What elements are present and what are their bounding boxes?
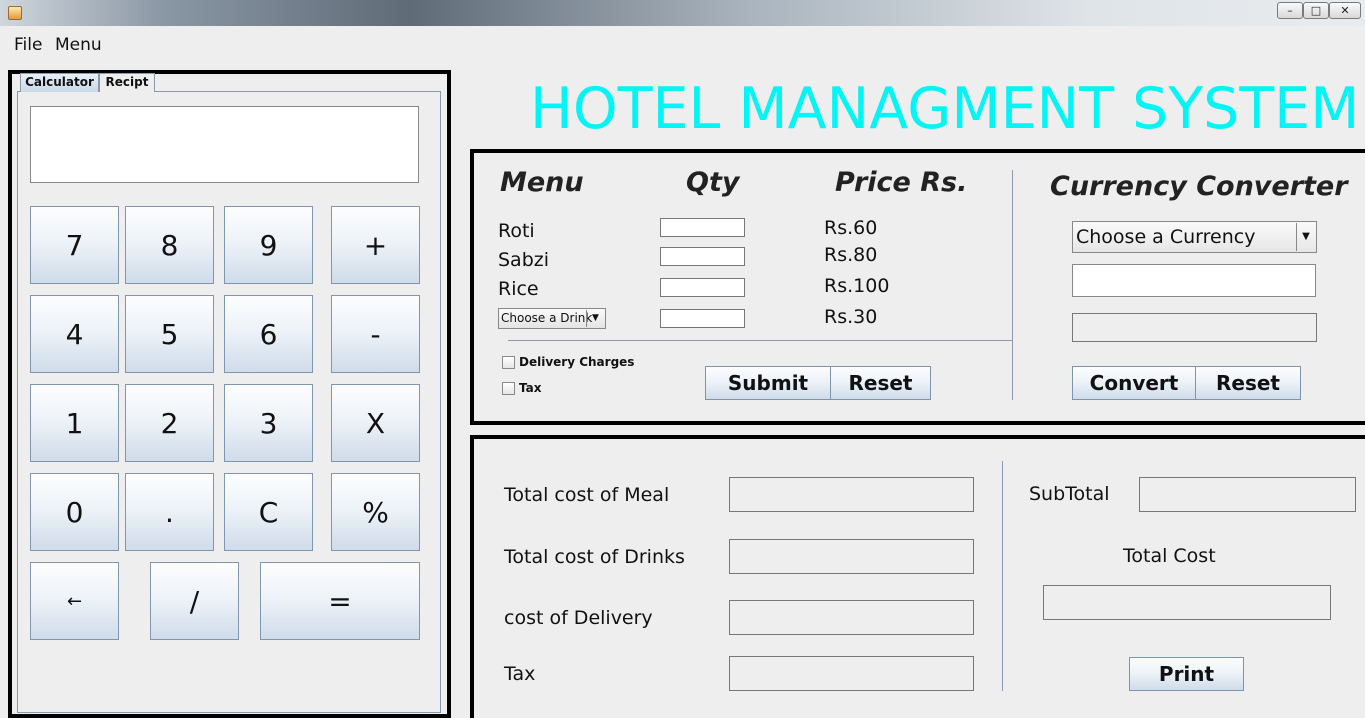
close-button[interactable]: ✕ [1329, 2, 1361, 19]
calc-key-9[interactable]: 9 [224, 206, 313, 284]
calc-key-divide[interactable]: / [150, 562, 239, 640]
price-sabzi: Rs.80 [824, 244, 878, 266]
delivery-cost-field [729, 600, 974, 635]
order-reset-button[interactable]: Reset [830, 366, 931, 400]
chevron-down-icon[interactable]: ▼ [586, 310, 604, 327]
menu-column-header: Menu [500, 167, 584, 198]
calc-key-1[interactable]: 1 [30, 384, 119, 462]
meal-cost-field [729, 477, 974, 512]
calc-key-equals[interactable]: = [260, 562, 420, 640]
tax-checkbox[interactable] [502, 382, 515, 395]
tab-calculator[interactable]: Calculator [20, 73, 99, 92]
calc-key-4[interactable]: 4 [30, 295, 119, 373]
calc-key-decimal[interactable]: . [125, 473, 214, 551]
food-label-rice: Rice [498, 278, 539, 300]
qty-input-drink[interactable] [660, 309, 745, 328]
qty-input-roti[interactable] [660, 218, 745, 237]
delivery-charges-label: Delivery Charges [519, 355, 635, 369]
calc-key-6[interactable]: 6 [224, 295, 313, 373]
menu-bar [0, 30, 1365, 60]
window-title-bar[interactable] [0, 0, 1365, 26]
meal-cost-label: Total cost of Meal [504, 484, 670, 506]
delivery-cost-label: cost of Delivery [504, 607, 653, 629]
subtotal-field [1139, 477, 1356, 512]
qty-input-sabzi[interactable] [660, 247, 745, 266]
maximize-button[interactable]: □ [1303, 2, 1329, 19]
currency-select[interactable]: Choose a Currency [1072, 221, 1317, 253]
calc-key-5[interactable]: 5 [125, 295, 214, 373]
qty-input-rice[interactable] [660, 278, 745, 297]
calc-key-3[interactable]: 3 [224, 384, 313, 462]
calc-key-multiply[interactable]: X [331, 384, 420, 462]
chevron-down-icon[interactable]: ▼ [1296, 223, 1315, 251]
convert-button[interactable]: Convert [1072, 366, 1196, 400]
total-cost-field [1043, 585, 1331, 620]
calc-key-plus[interactable]: + [331, 206, 420, 284]
qty-column-header: Qty [686, 167, 740, 198]
menu-file[interactable]: File [14, 35, 42, 55]
totals-vertical-divider [1002, 461, 1003, 691]
print-button[interactable]: Print [1129, 657, 1244, 691]
calc-key-backspace[interactable]: ← [30, 562, 119, 640]
page-title: HOTEL MANAGMENT SYSTEM [530, 76, 1360, 142]
tax-checkbox-label: Tax [519, 381, 542, 395]
price-drink: Rs.30 [824, 306, 878, 328]
java-app-icon [8, 6, 22, 20]
calc-key-8[interactable]: 8 [125, 206, 214, 284]
calculator-display[interactable] [30, 106, 419, 183]
order-divider [508, 340, 1012, 341]
calc-key-percent[interactable]: % [331, 473, 420, 551]
calc-key-7[interactable]: 7 [30, 206, 119, 284]
calc-key-clear[interactable]: C [224, 473, 313, 551]
subtotal-label: SubTotal [1029, 483, 1110, 505]
order-vertical-divider [1012, 170, 1013, 400]
price-rice: Rs.100 [824, 275, 890, 297]
total-cost-label: Total Cost [1123, 545, 1216, 567]
menu-menu[interactable]: Menu [55, 35, 102, 55]
currency-result-field [1072, 313, 1317, 342]
food-label-sabzi: Sabzi [498, 249, 550, 271]
price-roti: Rs.60 [824, 217, 878, 239]
delivery-charges-checkbox[interactable] [502, 356, 515, 369]
tax-total-label: Tax [504, 663, 536, 685]
tab-recipt[interactable]: Recipt [99, 73, 155, 92]
price-column-header: Price Rs. [835, 167, 968, 198]
currency-reset-button[interactable]: Reset [1195, 366, 1301, 400]
currency-amount-input[interactable] [1072, 264, 1316, 297]
tax-total-field [729, 656, 974, 691]
calc-key-minus[interactable]: - [331, 295, 420, 373]
food-label-roti: Roti [498, 220, 535, 242]
minimize-button[interactable]: – [1277, 2, 1303, 19]
drinks-cost-field [729, 539, 974, 574]
calc-key-2[interactable]: 2 [125, 384, 214, 462]
submit-button[interactable]: Submit [705, 366, 831, 400]
drinks-cost-label: Total cost of Drinks [504, 546, 685, 568]
currency-converter-title: Currency Converter [1050, 171, 1348, 202]
calc-key-0[interactable]: 0 [30, 473, 119, 551]
